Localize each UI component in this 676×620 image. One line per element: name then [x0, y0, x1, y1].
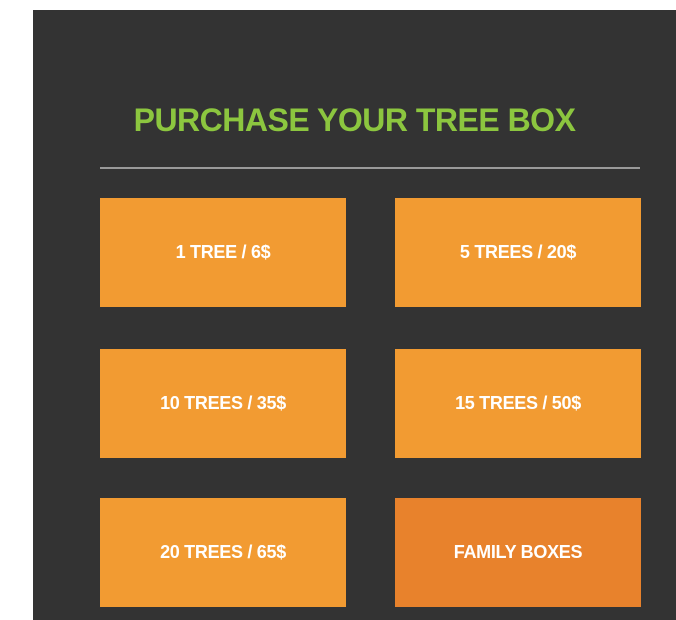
family-boxes-button[interactable]: FAMILY BOXES [395, 498, 641, 607]
section-title: PURCHASE YOUR TREE BOX [133, 102, 576, 138]
option-5-trees-button[interactable]: 5 TREES / 20$ [395, 198, 641, 307]
option-15-trees-button[interactable]: 15 TREES / 50$ [395, 349, 641, 458]
tree-box-panel: PURCHASE YOUR TREE BOX 1 TREE / 6$ 5 TRE… [33, 10, 676, 620]
option-1-tree-button[interactable]: 1 TREE / 6$ [100, 198, 346, 307]
option-20-trees-button[interactable]: 20 TREES / 65$ [100, 498, 346, 607]
option-10-trees-button[interactable]: 10 TREES / 35$ [100, 349, 346, 458]
title-divider [100, 167, 640, 169]
